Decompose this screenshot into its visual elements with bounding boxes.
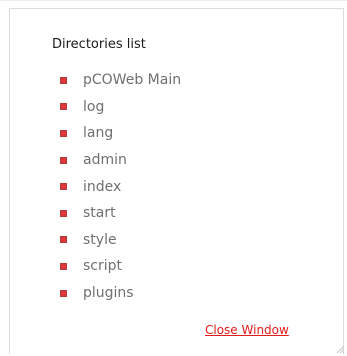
directory-item[interactable]: start: [60, 200, 181, 227]
directory-item[interactable]: plugins: [60, 280, 181, 307]
top-divider: [0, 0, 347, 1]
panel-title: Directories list: [52, 37, 146, 52]
directory-label[interactable]: start: [83, 205, 116, 221]
directory-label[interactable]: style: [83, 232, 117, 248]
square-bullet-icon: [60, 262, 67, 270]
square-bullet-icon: [60, 156, 67, 164]
square-bullet-icon: [60, 236, 67, 244]
directory-label[interactable]: script: [83, 258, 122, 274]
directory-label[interactable]: lang: [83, 125, 113, 141]
close-window-link[interactable]: Close Window: [205, 323, 289, 337]
directory-list: pCOWeb Main log lang admin index start s…: [60, 67, 181, 306]
directory-label[interactable]: plugins: [83, 285, 134, 301]
square-bullet-icon: [60, 129, 67, 137]
directory-label[interactable]: pCOWeb Main: [83, 72, 181, 88]
directory-item[interactable]: pCOWeb Main: [60, 67, 181, 94]
resize-grip-icon[interactable]: [335, 344, 345, 354]
directory-label[interactable]: log: [83, 99, 104, 115]
directory-item[interactable]: lang: [60, 120, 181, 147]
directory-item[interactable]: admin: [60, 147, 181, 174]
square-bullet-icon: [60, 183, 67, 191]
square-bullet-icon: [60, 103, 67, 111]
directory-item[interactable]: index: [60, 173, 181, 200]
directory-item[interactable]: log: [60, 94, 181, 121]
square-bullet-icon: [60, 209, 67, 217]
square-bullet-icon: [60, 289, 67, 297]
square-bullet-icon: [60, 76, 67, 84]
directory-item[interactable]: style: [60, 227, 181, 254]
directory-item[interactable]: script: [60, 253, 181, 280]
directory-label[interactable]: index: [83, 179, 121, 195]
directory-label[interactable]: admin: [83, 152, 127, 168]
